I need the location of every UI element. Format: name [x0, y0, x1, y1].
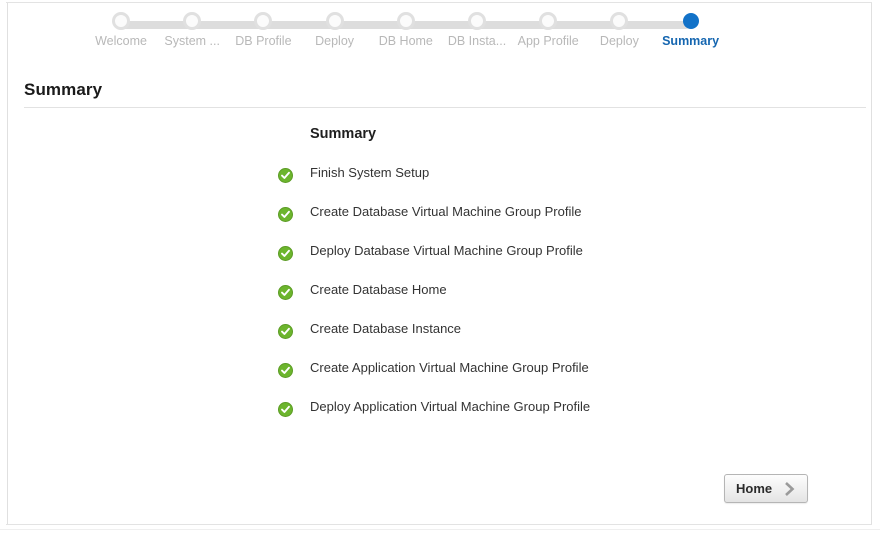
stepper-step-6[interactable]: App Profile [518, 12, 579, 58]
wizard-page: Welcome System ... DB Profile Deploy DB Home… [0, 0, 880, 535]
summary-list-item: Create Database Instance [278, 316, 838, 355]
stepper-step-3[interactable]: Deploy [315, 12, 354, 58]
step-node-icon [112, 12, 130, 30]
step-node-icon [325, 12, 344, 30]
stepper-step-0[interactable]: Welcome [95, 12, 147, 58]
check-circle-icon [278, 246, 293, 261]
title-divider [24, 107, 866, 108]
stepper-step-2[interactable]: DB Profile [235, 12, 292, 58]
summary-list-item-label: Deploy Application Virtual Machine Group… [310, 399, 591, 414]
home-button-label: Home [736, 481, 773, 496]
summary-list-item: Deploy Database Virtual Machine Group Pr… [278, 238, 838, 277]
check-circle-icon [278, 324, 293, 339]
wizard-stepper: Welcome System ... DB Profile Deploy DB Home… [0, 0, 880, 62]
page-frame-right [871, 3, 872, 524]
stepper-step-label: Summary [662, 34, 720, 48]
summary-list-item-label: Create Database Instance [310, 321, 462, 336]
page-frame-bottom-outer [0, 529, 880, 530]
stepper-step-8[interactable]: Summary [662, 12, 719, 58]
summary-list-item-label: Create Database Home [310, 282, 447, 297]
home-button[interactable]: Home [724, 474, 808, 503]
check-circle-icon [278, 285, 293, 300]
stepper-step-4[interactable]: DB Home [379, 12, 433, 58]
summary-list-item-label: Finish System Setup [310, 165, 430, 180]
chevron-right-icon [783, 480, 797, 498]
step-node-icon [468, 12, 486, 30]
summary-list-item: Create Database Home [278, 277, 838, 316]
summary-list-item: Create Database Virtual Machine Group Pr… [278, 199, 838, 238]
check-circle-icon [278, 363, 293, 378]
check-circle-icon [278, 168, 293, 183]
check-circle-icon [278, 207, 293, 222]
summary-list-item: Deploy Application Virtual Machine Group… [278, 394, 838, 433]
stepper-step-1[interactable]: System ... [164, 12, 220, 58]
step-node-active-icon [682, 13, 699, 29]
page-frame-bottom [6, 524, 872, 525]
summary-check-list: Finish System Setup Create Database Virtu… [278, 160, 838, 433]
page-title: Summary [24, 80, 103, 99]
check-circle-icon [278, 402, 293, 417]
step-node-icon [396, 12, 415, 30]
summary-heading: Summary [310, 126, 377, 142]
summary-list-item-label: Create Application Virtual Machine Group… [310, 360, 589, 375]
page-frame-left [7, 3, 8, 524]
stepper-step-7[interactable]: Deploy [600, 12, 639, 58]
summary-list-item: Create Application Virtual Machine Group… [278, 355, 838, 394]
summary-list-item: Finish System Setup [278, 160, 838, 199]
summary-list-item-label: Create Database Virtual Machine Group Pr… [310, 204, 582, 219]
stepper-step-5[interactable]: DB Insta... [448, 12, 506, 58]
summary-list-item-label: Deploy Database Virtual Machine Group Pr… [310, 243, 583, 258]
